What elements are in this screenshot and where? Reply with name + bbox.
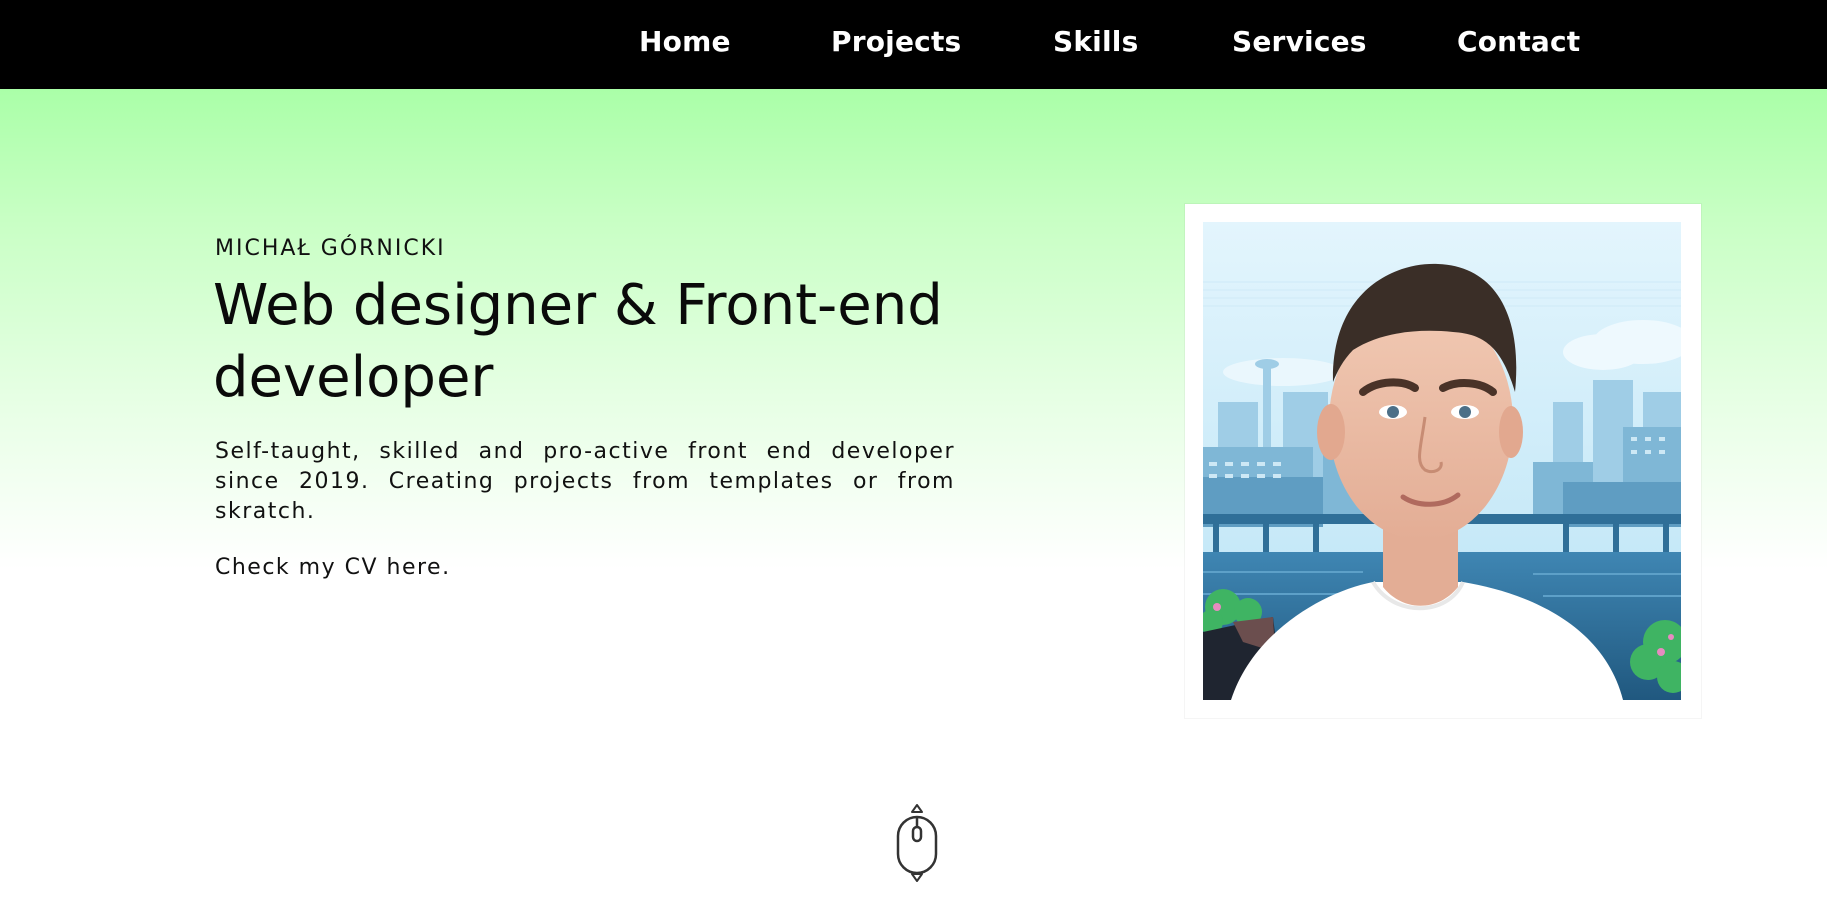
profile-photo-frame bbox=[1185, 204, 1701, 718]
cv-link[interactable]: Check my CV here. bbox=[215, 553, 451, 583]
page-title: Web designer & Front-end developer bbox=[213, 273, 943, 410]
top-navigation: Home Projects Skills Services Contact bbox=[0, 0, 1827, 89]
profile-photo-illustration bbox=[1203, 222, 1681, 700]
nav-home-link[interactable]: Home bbox=[639, 24, 731, 60]
nav-skills-link[interactable]: Skills bbox=[1053, 24, 1138, 60]
nav-services-link[interactable]: Services bbox=[1232, 24, 1367, 60]
profile-photo bbox=[1203, 222, 1681, 700]
bio-paragraph: Self-taught, skilled and pro-active fron… bbox=[215, 439, 955, 524]
mouse-scroll-icon[interactable] bbox=[893, 803, 941, 883]
author-name: MICHAŁ GÓRNICKI bbox=[215, 236, 446, 261]
nav-projects-link[interactable]: Projects bbox=[831, 24, 961, 60]
nav-contact-link[interactable]: Contact bbox=[1457, 24, 1580, 60]
